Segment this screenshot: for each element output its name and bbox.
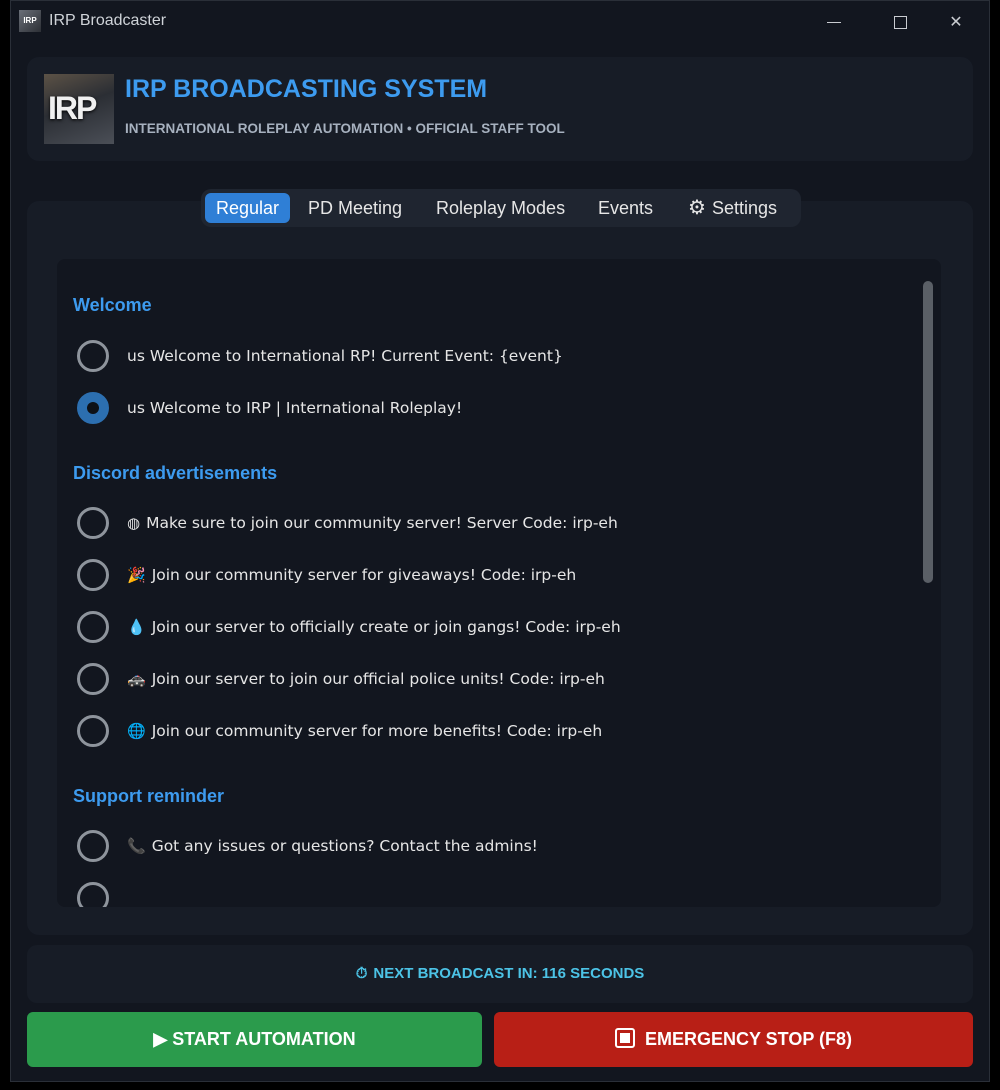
list-item[interactable]: 🚓 Join our server to join our official po… [77, 662, 605, 696]
radio-button[interactable] [77, 559, 109, 591]
gear-icon: ⚙ [688, 197, 706, 219]
emergency-stop-button[interactable]: EMERGENCY STOP (F8) [494, 1012, 973, 1067]
option-label: 📞 Got any issues or questions? Contact th… [127, 837, 538, 855]
list-item[interactable]: 📞 Got any issues or questions? Contact th… [77, 829, 538, 863]
start-automation-button[interactable]: ▶ START AUTOMATION [27, 1012, 482, 1067]
option-text: Join our server to join our official pol… [151, 670, 605, 688]
community-icon: ◍ [127, 514, 141, 532]
header-card: IRP IRP BROADCASTING SYSTEM INTERNATIONA… [27, 57, 973, 161]
option-text: Join our community server for giveaways!… [151, 566, 577, 584]
radio-button[interactable] [77, 340, 109, 372]
tab-pd-meeting[interactable]: PD Meeting [297, 193, 413, 223]
minimize-icon [827, 22, 841, 23]
police-car-icon: 🚓 [127, 670, 146, 688]
radio-button[interactable] [77, 882, 109, 907]
tab-settings-label: Settings [711, 198, 777, 218]
main-panel: Regular PD Meeting Roleplay Modes Events… [27, 189, 973, 935]
window-title: IRP Broadcaster [49, 12, 167, 29]
option-label: us Welcome to IRP | International Rolepl… [127, 399, 463, 417]
globe-icon: 🌐 [127, 722, 146, 740]
maximize-icon [893, 16, 907, 29]
status-bar: ⏱ NEXT BROADCAST IN: 116 SECONDS [27, 945, 973, 1003]
tab-roleplay-modes[interactable]: Roleplay Modes [425, 193, 576, 223]
radio-button-selected[interactable] [77, 392, 109, 424]
option-label: 🚓 Join our server to join our official po… [127, 670, 605, 688]
droplet-icon: 💧 [127, 618, 146, 636]
option-text: Got any issues or questions? Contact the… [151, 837, 538, 855]
broadcast-list[interactable]: Welcome us Welcome to International RP! … [57, 259, 941, 907]
minimize-button[interactable] [811, 7, 857, 37]
list-item[interactable]: us Welcome to International RP! Current … [77, 339, 563, 373]
tab-settings[interactable]: ⚙ Settings [677, 193, 788, 223]
option-label: 🎉 Join our community server for giveaways… [127, 566, 576, 584]
option-text: Make sure to join our community server! … [146, 514, 618, 532]
list-item[interactable]: us Welcome to IRP | International Rolepl… [77, 391, 462, 425]
list-item[interactable]: 🎉 Join our community server for giveaways… [77, 558, 576, 592]
tab-regular[interactable]: Regular [205, 193, 291, 223]
option-label: ◍ Make sure to join our community server!… [127, 514, 618, 532]
list-item[interactable]: ◍ Make sure to join our community server!… [77, 506, 618, 540]
list-item[interactable] [77, 881, 127, 907]
radio-button[interactable] [77, 663, 109, 695]
tab-bar: Regular PD Meeting Roleplay Modes Events… [201, 189, 801, 227]
app-window: IRP IRP Broadcaster ✕ IRP IRP BROADCASTI… [10, 0, 990, 1082]
radio-button[interactable] [77, 611, 109, 643]
option-label: 💧 Join our server to officially create or… [127, 618, 621, 636]
list-item[interactable]: 💧 Join our server to officially create or… [77, 610, 621, 644]
option-label: us Welcome to International RP! Current … [127, 347, 563, 365]
app-icon: IRP [19, 10, 41, 32]
maximize-button[interactable] [877, 7, 923, 37]
page-subtitle: INTERNATIONAL ROLEPLAY AUTOMATION • OFFI… [125, 121, 565, 136]
logo: IRP [44, 74, 114, 144]
emergency-stop-label: EMERGENCY STOP (F8) [644, 1029, 853, 1049]
radio-button[interactable] [77, 715, 109, 747]
logo-text: IRP [48, 90, 97, 126]
status-text: NEXT BROADCAST IN: 116 SECONDS [373, 965, 645, 982]
section-title-welcome: Welcome [73, 295, 152, 315]
title-bar[interactable]: IRP IRP Broadcaster ✕ [11, 1, 989, 43]
phone-icon: 📞 [127, 837, 146, 855]
option-text: Join our server to officially create or … [151, 618, 621, 636]
option-text: Join our community server for more benef… [151, 722, 603, 740]
list-item[interactable]: 🌐 Join our community server for more bene… [77, 714, 602, 748]
timer-icon: ⏱ [355, 965, 368, 982]
party-icon: 🎉 [127, 566, 146, 584]
stop-icon [614, 1028, 635, 1048]
page-title: IRP BROADCASTING SYSTEM [125, 75, 488, 103]
radio-button[interactable] [77, 507, 109, 539]
option-label: 🌐 Join our community server for more bene… [127, 722, 602, 740]
close-icon: ✕ [949, 12, 963, 31]
scrollbar[interactable] [923, 281, 933, 583]
close-button[interactable]: ✕ [933, 7, 979, 37]
radio-button[interactable] [77, 830, 109, 862]
tab-events[interactable]: Events [587, 193, 664, 223]
section-title-support: Support reminder [73, 786, 225, 806]
section-title-discord: Discord advertisements [73, 463, 278, 483]
